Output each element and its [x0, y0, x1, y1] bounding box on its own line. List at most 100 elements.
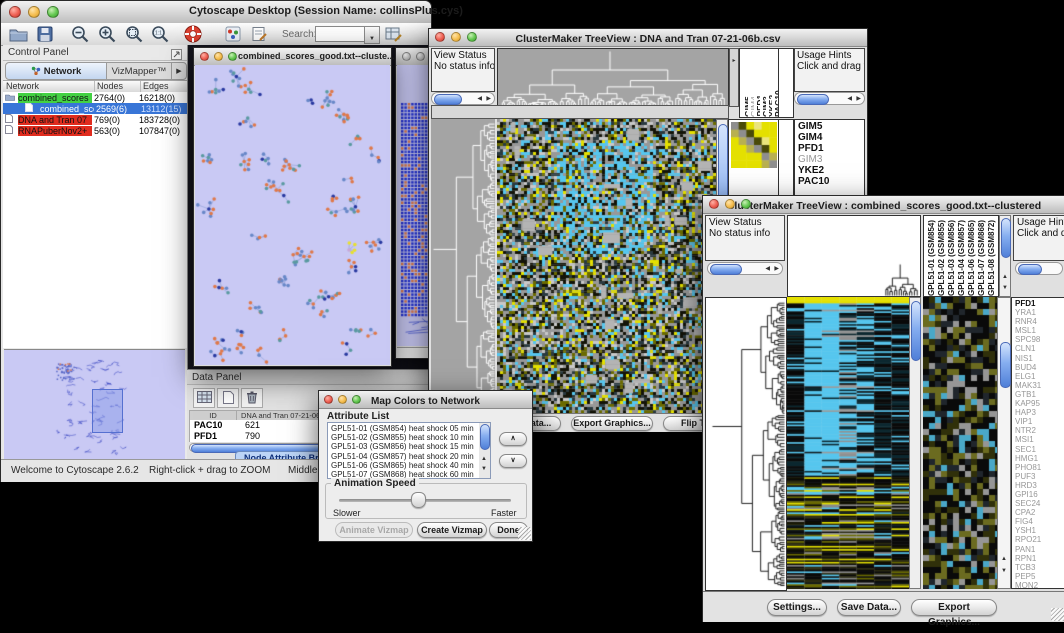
zoom-button[interactable]: [467, 32, 477, 42]
gene-label[interactable]: MSI1: [1012, 435, 1064, 444]
scroll-down-icon[interactable]: ▼: [1002, 285, 1008, 291]
scroll-up-icon[interactable]: ▲: [1001, 556, 1007, 562]
treeview2-labels-vscrollbar[interactable]: ▲ ▼: [999, 215, 1011, 297]
minimize-button[interactable]: [725, 199, 735, 209]
tab-overflow-button[interactable]: ▶: [171, 63, 186, 79]
gene-label[interactable]: SEC1: [1012, 445, 1064, 454]
gene-label[interactable]: HAP3: [1012, 408, 1064, 417]
scroll-thumb[interactable]: [797, 94, 829, 105]
gene-label[interactable]: PUF3: [1012, 472, 1064, 481]
gene-label[interactable]: YKE2: [795, 165, 864, 176]
minimize-button[interactable]: [416, 52, 425, 61]
create-vizmap-button[interactable]: Create Vizmap: [417, 522, 487, 538]
gene-label[interactable]: RPN1: [1012, 554, 1064, 563]
scroll-thumb[interactable]: [434, 94, 462, 105]
close-button[interactable]: [324, 395, 333, 404]
treeview1-row-dendrogram[interactable]: [431, 119, 495, 413]
gene-label[interactable]: GIM3: [795, 154, 864, 165]
gene-label[interactable]: GIM4: [795, 132, 864, 143]
treeview1-arrow-strip[interactable]: ▸: [729, 48, 739, 107]
save-data-button[interactable]: Save Data...: [837, 599, 901, 616]
attribute-item[interactable]: GPL51-03 (GSM856) heat shock 15 min: [328, 442, 490, 451]
move-down-button[interactable]: ∨: [499, 454, 527, 468]
gene-label[interactable]: CPA2: [1012, 508, 1064, 517]
treeview2-hints-scrollbar[interactable]: [1015, 262, 1063, 275]
close-button[interactable]: [9, 6, 21, 18]
treeview2-heatmap[interactable]: [787, 297, 909, 589]
attribute-item[interactable]: GPL51-01 (GSM854) heat shock 05 min: [328, 424, 490, 433]
open-file-icon[interactable]: [9, 26, 28, 47]
gene-label[interactable]: HRD3: [1012, 481, 1064, 490]
gene-label[interactable]: PEP5: [1012, 572, 1064, 581]
gene-label[interactable]: VIP1: [1012, 417, 1064, 426]
attribute-list[interactable]: GPL51-01 (GSM854) heat shock 05 minGPL51…: [327, 422, 491, 479]
scroll-up-icon[interactable]: ▲: [481, 456, 487, 462]
network-row-rnapubernov2[interactable]: RNAPuberNov2+ 563(0) 107847(0): [3, 125, 187, 136]
gene-label[interactable]: NIS1: [1012, 354, 1064, 363]
slider-thumb[interactable]: [411, 492, 426, 508]
minimize-button[interactable]: [451, 32, 461, 42]
vizmapper-icon[interactable]: [225, 26, 241, 47]
resize-grip[interactable]: [1051, 608, 1064, 621]
overview-viewport-rect[interactable]: [92, 389, 123, 433]
close-button[interactable]: [435, 32, 445, 42]
treeview2-heatmap-vscrollbar[interactable]: [909, 297, 921, 589]
treeview2-titlebar[interactable]: ClusterMaker TreeView : combined_scores_…: [703, 196, 1064, 214]
gene-label[interactable]: MSL1: [1012, 326, 1064, 335]
main-titlebar[interactable]: Cytoscape Desktop (Session Name: collins…: [1, 1, 431, 24]
scroll-thumb[interactable]: [1018, 264, 1042, 275]
attribute-list-scrollbar[interactable]: ▲ ▼: [479, 423, 490, 478]
export-graphics-button[interactable]: Export Graphics...: [911, 599, 997, 616]
gene-label[interactable]: GPI16: [1012, 490, 1064, 499]
search-input[interactable]: [315, 26, 365, 42]
tab-network[interactable]: Network: [6, 63, 107, 79]
attribute-select-icon[interactable]: [193, 388, 215, 408]
scroll-left-icon[interactable]: ◀: [847, 96, 852, 102]
zoom-button[interactable]: [352, 395, 361, 404]
gene-label[interactable]: TCB3: [1012, 563, 1064, 572]
close-button[interactable]: [402, 52, 411, 61]
scroll-down-icon[interactable]: ▼: [1001, 568, 1007, 574]
close-button[interactable]: [200, 52, 209, 61]
gene-label[interactable]: RPO21: [1012, 535, 1064, 544]
new-attribute-icon[interactable]: [217, 388, 239, 408]
network-row-combined-scores[interactable]: combined_scores 2764(0) 16218(0): [3, 92, 187, 103]
gene-label[interactable]: BUD4: [1012, 363, 1064, 372]
vscroll-thumb[interactable]: [1000, 342, 1011, 388]
zoom-button[interactable]: [741, 199, 751, 209]
scroll-right-icon[interactable]: ▶: [856, 96, 861, 102]
gene-label[interactable]: PFD1: [1012, 299, 1064, 308]
move-up-button[interactable]: ∧: [499, 432, 527, 446]
treeview1-hints-scrollbar[interactable]: ◀ ▶: [794, 92, 865, 105]
scroll-up-icon[interactable]: ▲: [1002, 274, 1008, 280]
resize-grip[interactable]: [518, 527, 531, 540]
gene-label[interactable]: HMG1: [1012, 454, 1064, 463]
network-overview[interactable]: [4, 349, 185, 459]
treeview2-gene-list[interactable]: PFD1YRA1RNR4MSL1SPC98CLN1NIS1BUD4ELG1MAK…: [1011, 297, 1064, 589]
table-edit-icon[interactable]: [385, 26, 402, 47]
scroll-left-icon[interactable]: ◀: [765, 266, 770, 272]
gene-label[interactable]: GIM5: [795, 121, 864, 132]
gene-label[interactable]: MON2: [1012, 581, 1064, 589]
gene-label[interactable]: ELG1: [1012, 372, 1064, 381]
minimize-button[interactable]: [338, 395, 347, 404]
tab-vizmapper[interactable]: VizMapper™: [107, 63, 171, 79]
attribute-item[interactable]: GPL51-02 (GSM855) heat shock 10 min: [328, 433, 490, 442]
treeview1-titlebar[interactable]: ClusterMaker TreeView : DNA and Tran 07-…: [429, 29, 867, 47]
gene-label[interactable]: PFD1: [795, 143, 864, 154]
scroll-left-icon[interactable]: ◀: [477, 96, 482, 102]
gene-label[interactable]: SPC98: [1012, 335, 1064, 344]
network1-canvas[interactable]: [195, 65, 390, 365]
scroll-down-icon[interactable]: ▼: [481, 466, 487, 472]
treeview2-status-scrollbar[interactable]: ◀ ▶: [707, 262, 783, 275]
scroll-thumb[interactable]: [710, 264, 742, 275]
minimize-button[interactable]: [28, 6, 40, 18]
vscroll-thumb[interactable]: [1001, 218, 1011, 258]
zoom-button[interactable]: [228, 52, 237, 61]
gene-label[interactable]: SEC24: [1012, 499, 1064, 508]
treeview1-heatmap[interactable]: [497, 119, 716, 413]
treeview2-zoom-heatmap[interactable]: [923, 297, 997, 589]
export-graphics-button[interactable]: Export Graphics...: [571, 416, 653, 431]
trash-icon[interactable]: [241, 388, 263, 408]
treeview2-genelist-scrollbar[interactable]: ▲ ▼: [997, 297, 1011, 589]
